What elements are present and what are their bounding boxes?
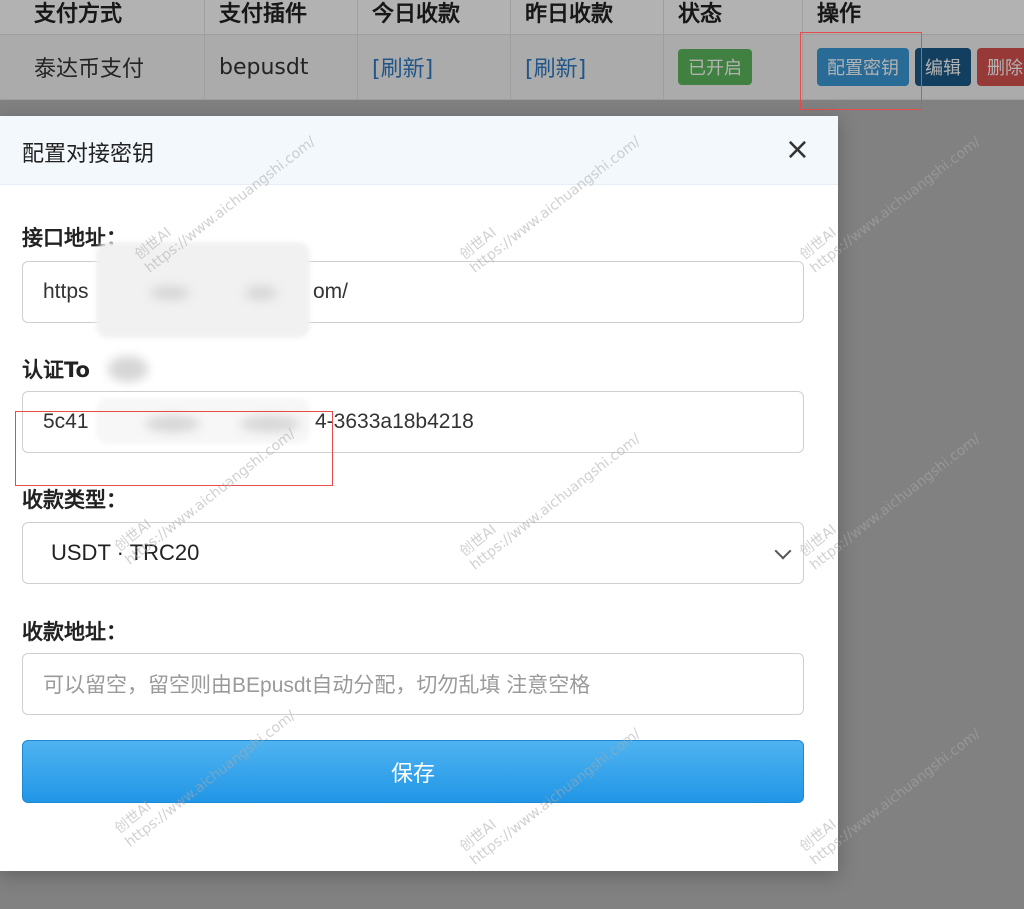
redaction-blur-dot (245, 286, 277, 300)
payment-type-select[interactable]: USDT · TRC20 (22, 522, 804, 584)
highlight-box-configure (800, 32, 922, 110)
api-address-value-start: https (43, 280, 89, 303)
redaction-blur-dot (150, 286, 190, 300)
auth-token-label: 认证To (22, 358, 90, 382)
modal-title: 配置对接密钥 (22, 142, 155, 167)
highlight-box-payment-type (15, 411, 333, 486)
modal-header: 配置对接密钥 × (0, 116, 838, 185)
api-address-value-end: om/ (313, 280, 349, 303)
close-icon[interactable]: × (785, 130, 810, 170)
redaction-blur (96, 242, 310, 338)
receive-address-input[interactable]: 可以留空，留空则由BEpusdt自动分配，切勿乱填 注意空格 (22, 653, 804, 715)
receive-address-placeholder: 可以留空，留空则由BEpusdt自动分配，切勿乱填 注意空格 (43, 674, 591, 697)
config-key-modal: 配置对接密钥 × 接口地址： https om/ 认证To 5c41 4-363… (0, 116, 838, 871)
save-button[interactable]: 保存 (22, 740, 804, 803)
payment-type-label: 收款类型： (22, 488, 127, 512)
chevron-down-icon (774, 542, 792, 560)
auth-token-value-end: 4-3633a18b4218 (315, 410, 474, 433)
payment-type-selected: USDT · TRC20 (51, 540, 200, 565)
receive-address-label: 收款地址： (22, 620, 127, 644)
redaction-blur-dot (108, 356, 148, 382)
